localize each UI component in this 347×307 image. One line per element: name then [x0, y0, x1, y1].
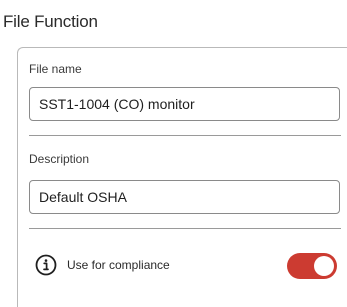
section-title: File Function — [3, 12, 98, 31]
description-label: Description — [29, 152, 90, 166]
toggle-knob[interactable] — [314, 256, 334, 276]
compliance-label: Use for compliance — [67, 258, 170, 272]
file-name-input[interactable] — [29, 87, 340, 121]
compliance-row: Use for compliance — [33, 253, 341, 279]
divider — [29, 228, 341, 229]
file-name-label: File name — [29, 62, 82, 76]
description-input[interactable] — [29, 180, 340, 214]
compliance-toggle[interactable] — [287, 253, 337, 279]
divider — [29, 135, 341, 136]
info-icon[interactable] — [35, 254, 57, 276]
